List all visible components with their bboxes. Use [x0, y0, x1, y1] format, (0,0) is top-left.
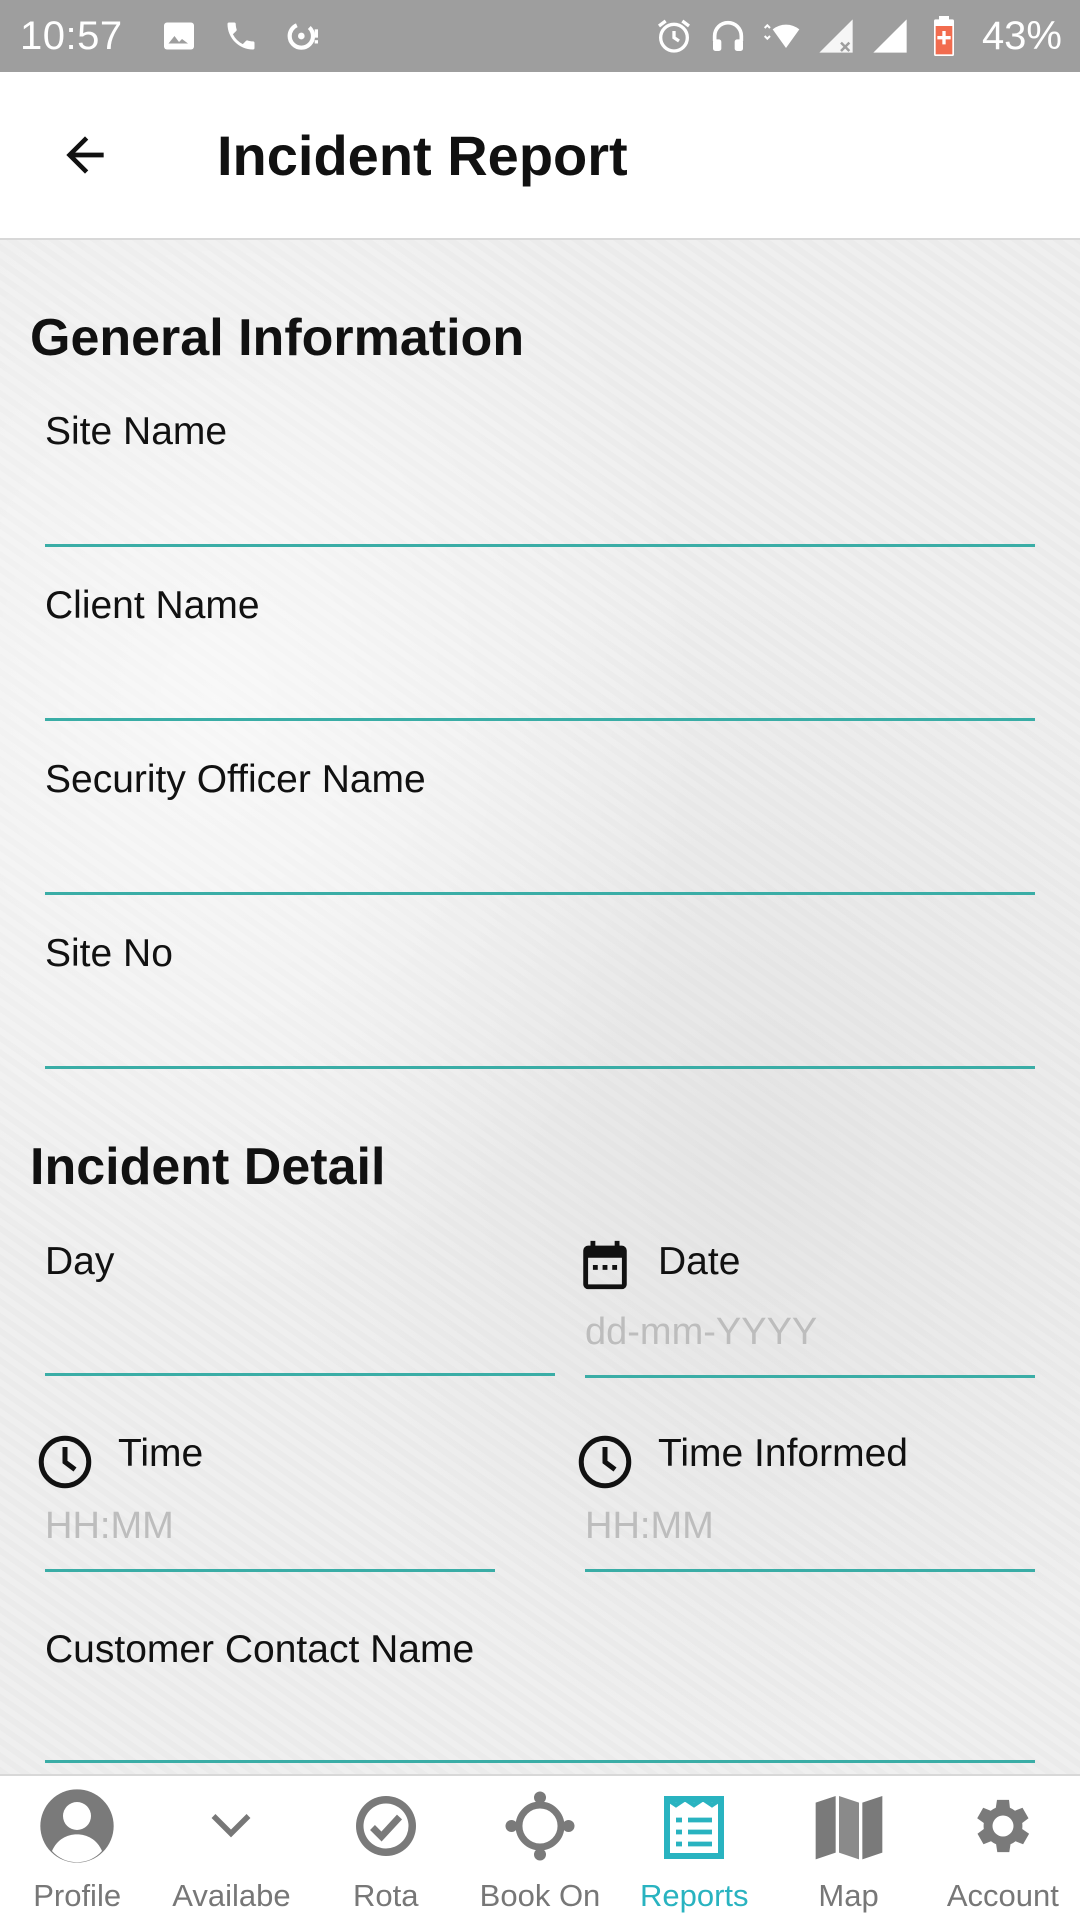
nav-item-reports[interactable]: Reports	[617, 1776, 771, 1920]
status-bar: 10:57 43%	[0, 0, 1080, 72]
battery-percent: 43%	[981, 13, 1062, 58]
officer-name-input[interactable]	[45, 820, 1035, 880]
client-name-underline	[45, 718, 1035, 721]
bottom-navigation: Profile Availabe Rota Book On Reports Ma…	[0, 1774, 1080, 1920]
app-bar: Incident Report	[0, 72, 1080, 240]
page-title: Incident Report	[217, 123, 628, 187]
nav-label: Account	[946, 1878, 1059, 1913]
site-name-underline	[45, 544, 1035, 547]
day-label: Day	[45, 1240, 115, 1283]
time-label: Time	[118, 1432, 204, 1475]
site-name-label: Site Name	[45, 410, 228, 453]
client-name-input[interactable]	[45, 646, 1035, 706]
time-input[interactable]	[45, 1494, 495, 1558]
chevron-down-icon	[191, 1786, 271, 1866]
form-content[interactable]: General Information Site Name Client Nam…	[0, 240, 1080, 1774]
customer-contact-underline	[45, 1760, 1035, 1763]
gear-icon	[963, 1786, 1043, 1866]
nav-label: Rota	[352, 1878, 419, 1913]
time-informed-input[interactable]	[585, 1494, 1035, 1558]
customer-contact-label: Customer Contact Name	[45, 1628, 475, 1671]
phone-icon	[221, 16, 261, 56]
nav-item-availabe[interactable]: Availabe	[154, 1776, 308, 1920]
map-icon	[809, 1786, 889, 1866]
check-circle-icon	[346, 1786, 426, 1866]
customer-contact-input[interactable]	[45, 1690, 1035, 1750]
battery-icon	[924, 16, 964, 56]
arrow-back-icon	[66, 136, 104, 174]
nav-label: Map	[818, 1878, 879, 1913]
site-no-underline	[45, 1066, 1035, 1069]
site-no-input[interactable]	[45, 994, 1035, 1054]
clock-icon[interactable]	[575, 1432, 635, 1492]
signal-icon	[870, 16, 910, 56]
time-informed-underline	[585, 1569, 1035, 1572]
nav-item-book-on[interactable]: Book On	[463, 1776, 617, 1920]
report-icon	[654, 1786, 734, 1866]
nav-label: Profile	[33, 1878, 122, 1913]
site-name-input[interactable]	[45, 472, 1035, 532]
wifi-icon	[762, 16, 802, 56]
back-button[interactable]	[50, 120, 120, 190]
date-underline	[585, 1375, 1035, 1378]
headphones-icon	[708, 16, 748, 56]
officer-name-underline	[45, 892, 1035, 895]
section-title-general: General Information	[30, 309, 525, 367]
nav-label: Reports	[639, 1878, 749, 1913]
nav-item-account[interactable]: Account	[926, 1776, 1080, 1920]
site-no-label: Site No	[45, 932, 173, 975]
alarm-icon	[654, 16, 694, 56]
officer-name-label: Security Officer Name	[45, 758, 426, 801]
day-input[interactable]	[45, 1302, 555, 1362]
nav-label: Availabe	[172, 1878, 291, 1913]
crosshair-icon	[500, 1786, 580, 1866]
day-underline	[45, 1373, 555, 1376]
status-time: 10:57	[20, 13, 123, 58]
nav-item-map[interactable]: Map	[771, 1776, 925, 1920]
client-name-label: Client Name	[45, 584, 260, 627]
date-label: Date	[658, 1240, 741, 1283]
time-underline	[45, 1569, 495, 1572]
signal-icon	[816, 16, 856, 56]
image-icon	[159, 16, 199, 56]
calendar-icon[interactable]	[575, 1235, 635, 1295]
nav-item-rota[interactable]: Rota	[309, 1776, 463, 1920]
sync-icon	[283, 16, 323, 56]
date-input[interactable]	[585, 1300, 1035, 1364]
clock-icon[interactable]	[35, 1432, 95, 1492]
nav-item-profile[interactable]: Profile	[0, 1776, 154, 1920]
section-title-incident: Incident Detail	[30, 1138, 386, 1196]
person-icon	[37, 1786, 117, 1866]
time-informed-label: Time Informed	[658, 1432, 908, 1475]
nav-label: Book On	[479, 1878, 601, 1913]
